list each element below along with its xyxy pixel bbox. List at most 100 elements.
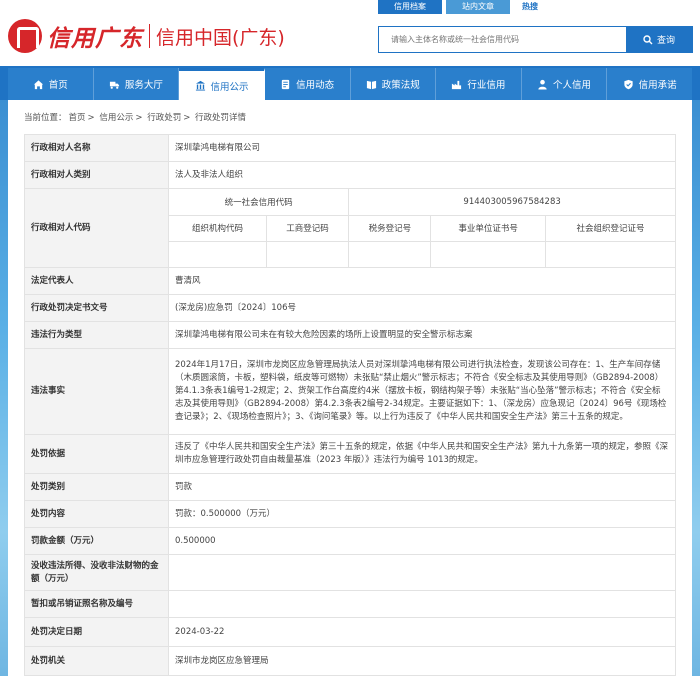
hot-search-label[interactable]: 热搜: [514, 0, 546, 14]
site-name: 信用中国(广东): [156, 26, 285, 49]
violation-type-label: 违法行为类型: [24, 321, 169, 349]
table-row: 没收违法所得、没收非法财物的金额（万元）: [24, 554, 676, 591]
breadcrumb-current: 行政处罚详情: [195, 113, 247, 123]
breadcrumb-credit-public[interactable]: 信用公示: [99, 113, 133, 123]
logo-emblem-icon: [8, 19, 42, 53]
table-row: 处罚类别 罚款: [24, 473, 676, 501]
breadcrumb-separator: >: [183, 113, 191, 123]
nav-item-label: 服务大厅: [124, 80, 163, 91]
date-value: 2024-03-22: [168, 617, 676, 647]
logo-divider: [149, 24, 150, 48]
book-icon: [366, 80, 376, 89]
breadcrumb-penalty[interactable]: 行政处罚: [147, 113, 181, 123]
authority-label: 处罚机关: [24, 646, 169, 676]
breadcrumb-prefix: 当前位置：: [24, 113, 67, 123]
tax-reg-value: [348, 241, 432, 267]
home-icon: [33, 79, 43, 89]
nav-item-credit-commitment[interactable]: 信用承诺: [607, 68, 692, 100]
search-bar: 查询: [378, 26, 693, 53]
table-row: 罚款金额（万元） 0.500000: [24, 527, 676, 555]
breadcrumb-separator: >: [135, 113, 143, 123]
license-label: 暂扣或吊销证照名称及编号: [24, 590, 169, 618]
table-row: 行政处罚决定书文号 (深龙房)应急罚〔2024〕106号: [24, 294, 676, 322]
nav-item-label: 政策法规: [381, 80, 420, 91]
legal-rep-value: 曹清风: [168, 267, 676, 295]
name-label: 行政相对人名称: [24, 134, 169, 162]
date-label: 处罚决定日期: [24, 617, 169, 647]
code-label: 行政相对人代码: [24, 188, 169, 268]
doc-no-label: 行政处罚决定书文号: [24, 294, 169, 322]
table-row: 违法行为类型 深圳挚鸿电梯有限公司未在有较大危险因素的场所上设置明显的安全警示标…: [24, 321, 676, 349]
license-value: [168, 590, 676, 618]
table-row: 处罚机关 深圳市龙岗区应急管理局: [24, 646, 676, 676]
search-button[interactable]: 查询: [626, 27, 692, 52]
document-icon: [282, 79, 290, 89]
search-input[interactable]: [379, 27, 626, 52]
facts-label: 违法事实: [24, 348, 169, 435]
nav-item-label: 信用承诺: [638, 80, 677, 91]
table-row: 处罚内容 罚款：0.500000（万元）: [24, 500, 676, 528]
legal-rep-label: 法定代表人: [24, 267, 169, 295]
search-icon: [643, 34, 653, 44]
breadcrumb-separator: >: [87, 113, 95, 123]
breadcrumb-home[interactable]: 首页: [69, 113, 86, 123]
fine-label: 罚款金额（万元）: [24, 527, 169, 555]
table-row: 法定代表人 曹清风: [24, 267, 676, 295]
table-row: 行政相对人类别 法人及非法人组织: [24, 161, 676, 189]
site-logo[interactable]: 信用广东 信用中国(广东): [8, 16, 285, 56]
content-value: 罚款：0.500000（万元）: [168, 500, 676, 528]
top-link-credit-file[interactable]: 信用档案: [378, 0, 442, 14]
top-link-site-articles[interactable]: 站内文章: [446, 0, 510, 14]
nav-item-industry-credit[interactable]: 行业信用: [436, 68, 522, 100]
basis-value: 违反了《中华人民共和国安全生产法》第三十五条的规定，依据《中华人民共和国安全生产…: [168, 434, 676, 474]
main-nav: 首页 服务大厅 信用公示 信用动态 政策法规 行业信用 个人信用 信用承诺: [8, 68, 692, 100]
type-label: 行政相对人类别: [24, 161, 169, 189]
fine-value: 0.500000: [168, 527, 676, 555]
detail-card: 当前位置： 首页 > 信用公示 > 行政处罚 > 行政处罚详情 行政相对人名称 深圳挚鸿…: [8, 100, 692, 676]
penalty-detail-table: 行政相对人名称 深圳挚鸿电梯有限公司 行政相对人类别 法人及非法人组织 行政相对…: [24, 134, 676, 676]
authority-value: 深圳市龙岗区应急管理局: [168, 646, 676, 676]
nav-item-home[interactable]: 首页: [8, 68, 94, 100]
confiscation-label: 没收违法所得、没收非法财物的金额（万元）: [24, 554, 169, 591]
table-row: 处罚依据 违反了《中华人民共和国安全生产法》第三十五条的规定，依据《中华人民共和…: [24, 434, 676, 474]
nav-item-credit-public[interactable]: 信用公示: [179, 68, 265, 100]
social-org-label: 社会组织登记证号: [545, 215, 675, 242]
factory-icon: [452, 80, 462, 89]
truck-icon: [109, 81, 120, 89]
table-row: 处罚决定日期 2024-03-22: [24, 617, 676, 647]
nav-item-label: 个人信用: [553, 80, 592, 91]
table-row: 暂扣或吊销证照名称及编号: [24, 590, 676, 618]
inst-cert-label: 事业单位证书号: [430, 215, 546, 242]
facts-value: 2024年1月17日，深圳市龙岗区应急管理局执法人员对深圳挚鸿电梯有限公司进行执…: [168, 348, 676, 435]
nav-item-label: 信用公示: [210, 81, 249, 93]
logo-calligraphy: 信用广东: [47, 25, 143, 52]
code-subtable: 统一社会信用代码 914403005967584283 组织机构代码 工商登记码…: [169, 189, 675, 267]
content-label: 处罚内容: [24, 500, 169, 528]
uscc-label: 统一社会信用代码: [169, 189, 350, 216]
biz-reg-value: [266, 241, 350, 267]
nav-item-credit-news[interactable]: 信用动态: [265, 68, 351, 100]
building-icon: [195, 80, 205, 91]
person-icon: [538, 79, 547, 90]
social-org-value: [545, 241, 675, 267]
nav-item-personal-credit[interactable]: 个人信用: [522, 68, 608, 100]
violation-type-value: 深圳挚鸿电梯有限公司未在有较大危险因素的场所上设置明显的安全警示标志案: [168, 321, 676, 349]
search-button-label: 查询: [656, 36, 675, 46]
doc-no-value: (深龙房)应急罚〔2024〕106号: [168, 294, 676, 322]
category-value: 罚款: [168, 473, 676, 501]
nav-item-policies[interactable]: 政策法规: [351, 68, 437, 100]
table-row: 行政相对人代码 统一社会信用代码 914403005967584283 组织机构…: [24, 188, 676, 268]
tax-reg-label: 税务登记号: [348, 215, 432, 242]
uscc-value: 914403005967584283: [348, 189, 675, 216]
nav-item-label: 首页: [48, 80, 68, 91]
type-value: 法人及非法人组织: [168, 161, 676, 189]
name-value: 深圳挚鸿电梯有限公司: [168, 134, 676, 162]
org-code-label: 组织机构代码: [169, 215, 267, 242]
nav-item-service-hall[interactable]: 服务大厅: [94, 68, 180, 100]
nav-item-label: 行业信用: [467, 80, 506, 91]
basis-label: 处罚依据: [24, 434, 169, 474]
nav-item-label: 信用动态: [296, 80, 335, 91]
confiscation-value: [168, 554, 676, 591]
category-label: 处罚类别: [24, 473, 169, 501]
table-row: 违法事实 2024年1月17日，深圳市龙岗区应急管理局执法人员对深圳挚鸿电梯有限…: [24, 348, 676, 435]
